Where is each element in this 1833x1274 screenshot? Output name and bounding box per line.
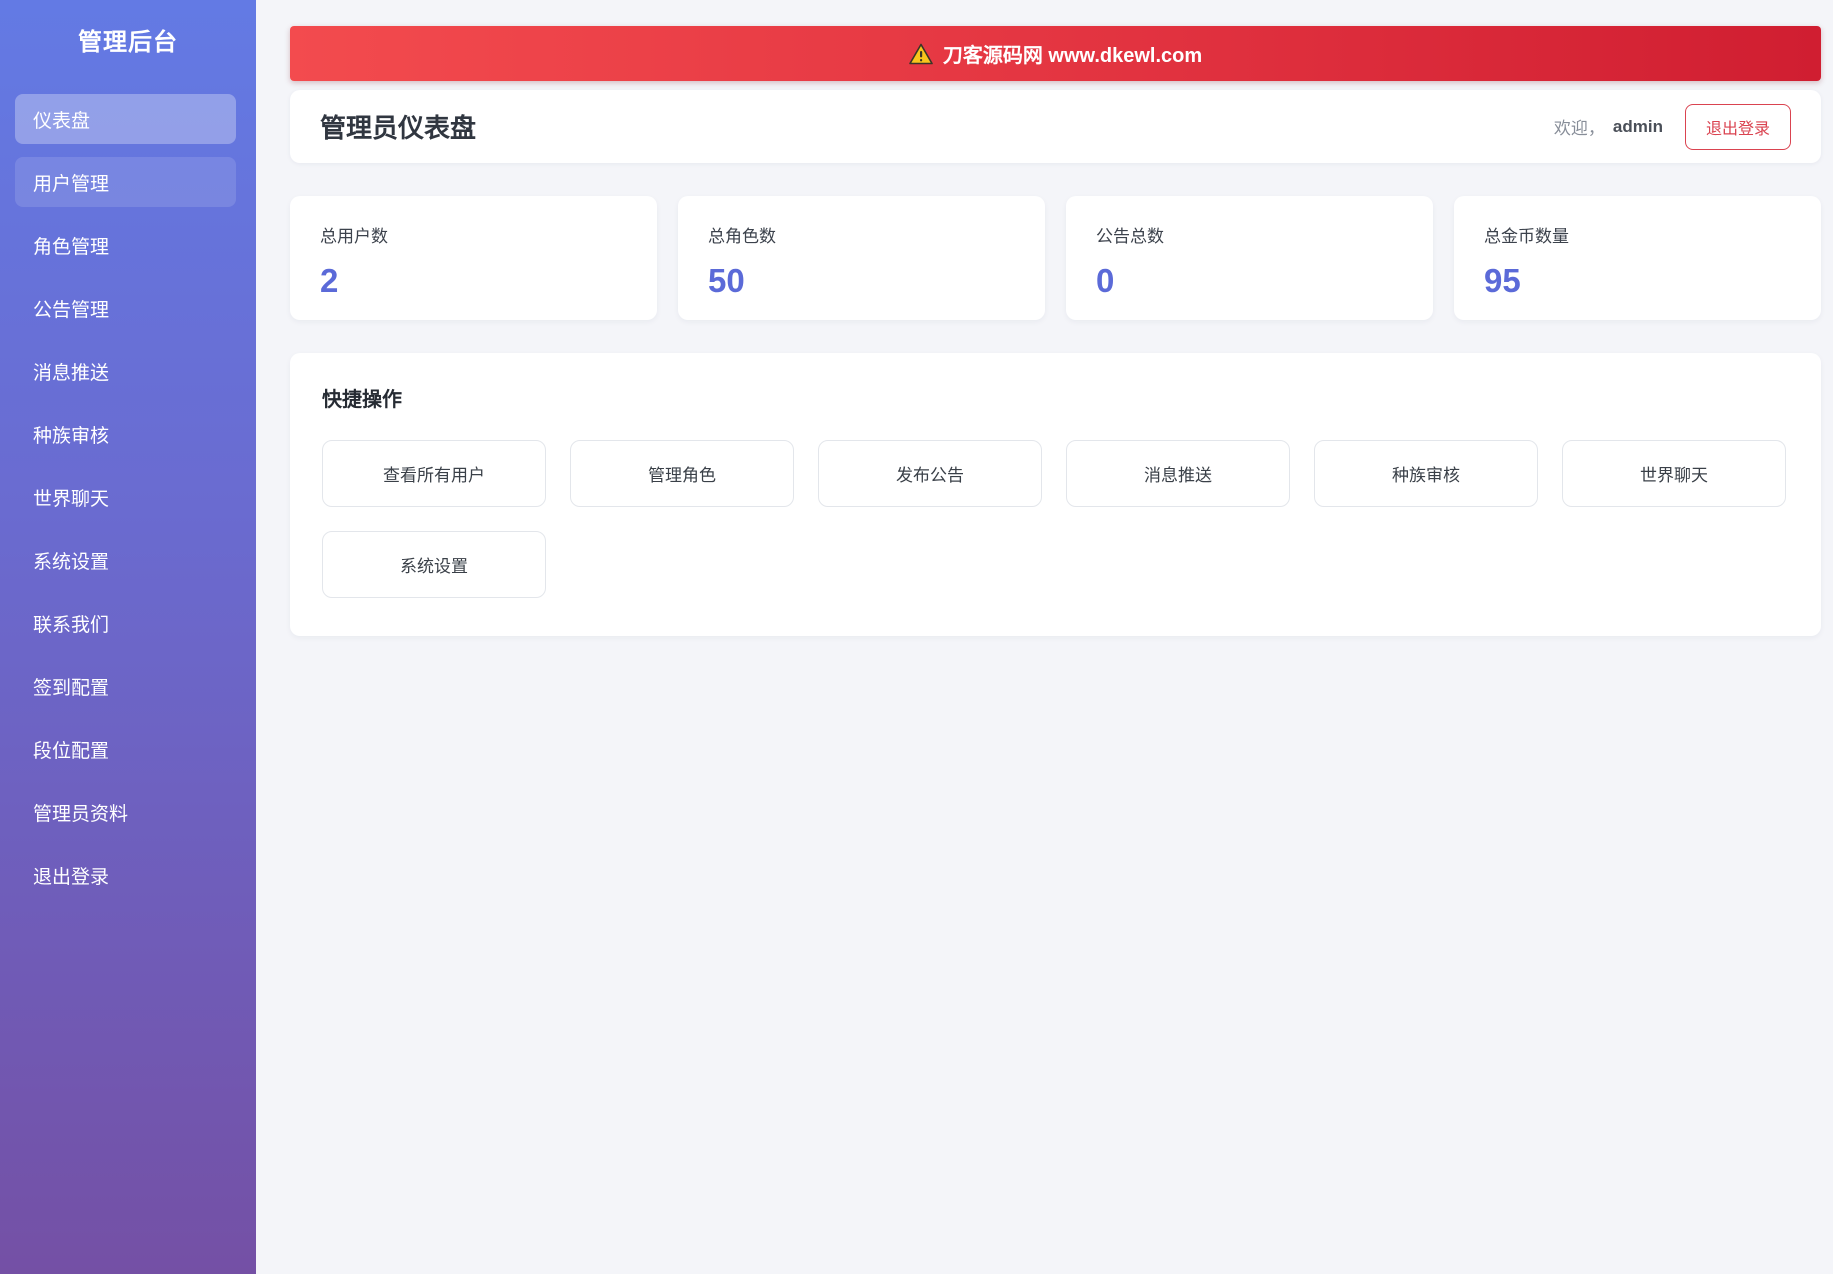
stat-value: 0 bbox=[1096, 262, 1115, 299]
header-card: 管理员仪表盘 欢迎， admin 退出登录 bbox=[290, 90, 1821, 163]
sidebar-item-message-push[interactable]: 消息推送 bbox=[15, 346, 236, 396]
stat-card-total-roles: 总角色数 50 bbox=[678, 196, 1045, 320]
page-title: 管理员仪表盘 bbox=[320, 113, 477, 143]
stat-value: 50 bbox=[708, 262, 745, 299]
quick-actions-title: 快捷操作 bbox=[322, 389, 402, 411]
stat-card-total-announcements: 公告总数 0 bbox=[1066, 196, 1433, 320]
sidebar-item-announcements[interactable]: 公告管理 bbox=[15, 283, 236, 333]
sidebar-title: 管理后台 bbox=[78, 29, 178, 56]
sidebar-item-dashboard[interactable]: 仪表盘 bbox=[15, 94, 236, 144]
quick-actions-grid: 查看所有用户 管理角色 发布公告 消息推送 种族审核 世界聊天 系统设置 bbox=[322, 440, 1789, 598]
stat-label: 总角色数 bbox=[708, 227, 776, 246]
stats-row: 总用户数 2 总角色数 50 公告总数 0 总金币数量 95 bbox=[290, 196, 1821, 320]
username: admin bbox=[1612, 116, 1663, 136]
stat-card-total-users: 总用户数 2 bbox=[290, 196, 657, 320]
sidebar: 管理后台 仪表盘 用户管理 角色管理 公告管理 消息推送 种族审核 世界聊天 系… bbox=[0, 0, 256, 1274]
header-right: 欢迎， admin 退出登录 bbox=[1553, 103, 1791, 150]
admin-app: 管理后台 仪表盘 用户管理 角色管理 公告管理 消息推送 种族审核 世界聊天 系… bbox=[0, 0, 1833, 1274]
sidebar-item-checkin-config[interactable]: 签到配置 bbox=[15, 661, 236, 711]
sidebar-item-system-settings[interactable]: 系统设置 bbox=[15, 535, 236, 585]
main-content: 刀客源码网 www.dkewl.com 管理员仪表盘 欢迎， admin 退出登… bbox=[256, 0, 1833, 1274]
sidebar-item-race-review[interactable]: 种族审核 bbox=[15, 409, 236, 459]
quick-action-system-settings[interactable]: 系统设置 bbox=[322, 531, 546, 598]
quick-action-view-users[interactable]: 查看所有用户 bbox=[322, 440, 546, 507]
welcome-text: 欢迎， bbox=[1553, 119, 1605, 138]
quick-action-race-review[interactable]: 种族审核 bbox=[1314, 440, 1538, 507]
notice-banner-text: 刀客源码网 www.dkewl.com bbox=[942, 45, 1203, 67]
logout-button[interactable]: 退出登录 bbox=[1684, 103, 1791, 150]
quick-action-message-push[interactable]: 消息推送 bbox=[1066, 440, 1290, 507]
quick-actions-card: 快捷操作 查看所有用户 管理角色 发布公告 消息推送 种族审核 世界聊天 系统设… bbox=[290, 353, 1821, 636]
quick-action-publish-announcement[interactable]: 发布公告 bbox=[818, 440, 1042, 507]
stat-value: 2 bbox=[320, 262, 339, 299]
sidebar-item-role-management[interactable]: 角色管理 bbox=[15, 220, 236, 270]
sidebar-menu: 仪表盘 用户管理 角色管理 公告管理 消息推送 种族审核 世界聊天 系统设置 联… bbox=[0, 94, 256, 900]
notice-banner[interactable]: 刀客源码网 www.dkewl.com bbox=[290, 26, 1821, 81]
warning-icon bbox=[909, 43, 933, 64]
sidebar-item-admin-profile[interactable]: 管理员资料 bbox=[15, 787, 236, 837]
sidebar-item-rank-config[interactable]: 段位配置 bbox=[15, 724, 236, 774]
sidebar-item-logout[interactable]: 退出登录 bbox=[15, 850, 236, 900]
sidebar-item-user-management[interactable]: 用户管理 bbox=[15, 157, 236, 207]
quick-action-manage-roles[interactable]: 管理角色 bbox=[570, 440, 794, 507]
quick-action-world-chat[interactable]: 世界聊天 bbox=[1562, 440, 1786, 507]
stat-label: 总金币数量 bbox=[1484, 227, 1569, 246]
stat-card-total-coins: 总金币数量 95 bbox=[1454, 196, 1821, 320]
stat-value: 95 bbox=[1484, 262, 1521, 299]
sidebar-item-contact-us[interactable]: 联系我们 bbox=[15, 598, 236, 648]
sidebar-item-world-chat[interactable]: 世界聊天 bbox=[15, 472, 236, 522]
stat-label: 公告总数 bbox=[1096, 227, 1164, 246]
stat-label: 总用户数 bbox=[320, 227, 388, 246]
